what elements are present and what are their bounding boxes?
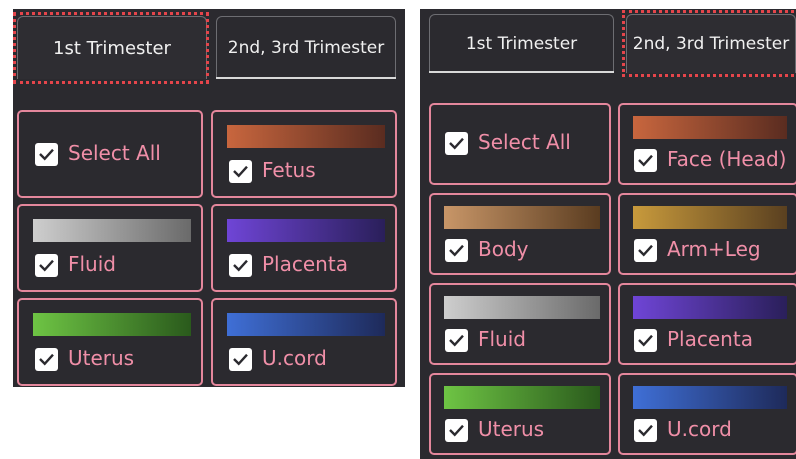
legend-card-uterus[interactable]: Uterus	[17, 298, 203, 386]
checkmark-icon	[39, 353, 54, 366]
checkbox[interactable]	[445, 419, 468, 442]
tab-second-third-trimester[interactable]: 2nd, 3rd Trimester	[216, 16, 396, 79]
checkmark-icon	[449, 334, 464, 347]
checkmark-icon	[233, 165, 248, 178]
color-swatch	[227, 219, 385, 242]
legend-label: Face (Head)	[667, 147, 787, 171]
legend-card-fetus[interactable]: Fetus	[211, 110, 397, 198]
checkmark-icon	[39, 148, 54, 161]
legend-label: Fluid	[68, 252, 116, 276]
legend-card-uterus[interactable]: Uterus	[429, 373, 611, 455]
trimester-panel-second-third: 1st Trimester 2nd, 3rd Trimester Select …	[420, 9, 796, 459]
color-swatch	[444, 386, 600, 409]
color-swatch	[227, 313, 385, 336]
tab-label: 2nd, 3rd Trimester	[227, 38, 385, 58]
legend-label: Uterus	[68, 346, 135, 370]
legend-label: Body	[478, 237, 529, 261]
checkbox[interactable]	[634, 419, 657, 442]
legend-label: Select All	[478, 130, 571, 154]
tab-first-trimester[interactable]: 1st Trimester	[429, 14, 614, 73]
checkbox[interactable]	[229, 348, 252, 371]
checkbox[interactable]	[634, 149, 657, 172]
color-swatch	[227, 125, 385, 148]
legend-card-u-cord[interactable]: U.cord	[618, 373, 796, 455]
checkbox[interactable]	[229, 160, 252, 183]
checkmark-icon	[449, 137, 464, 150]
legend-label: U.cord	[262, 346, 327, 370]
legend-card-placenta[interactable]: Placenta	[618, 283, 796, 365]
checkmark-icon	[39, 259, 54, 272]
legend-card-fluid[interactable]: Fluid	[17, 204, 203, 292]
tab-label: 1st Trimester	[465, 34, 578, 54]
checkbox[interactable]	[35, 348, 58, 371]
legend-card-arm-leg[interactable]: Arm+Leg	[618, 193, 796, 275]
checkmark-icon	[233, 259, 248, 272]
color-swatch	[633, 206, 787, 229]
checkbox[interactable]	[445, 329, 468, 352]
checkmark-icon	[638, 334, 653, 347]
tab-underline	[429, 71, 614, 73]
checkmark-icon	[449, 244, 464, 257]
checkmark-icon	[449, 424, 464, 437]
legend-card-u-cord[interactable]: U.cord	[211, 298, 397, 386]
checkbox[interactable]	[445, 132, 468, 155]
legend-card-body[interactable]: Body	[429, 193, 611, 275]
trimester-panel-first: 1st Trimester 2nd, 3rd Trimester Select …	[13, 9, 405, 387]
color-swatch	[633, 386, 787, 409]
checkmark-icon	[233, 353, 248, 366]
legend-card-face-head[interactable]: Face (Head)	[618, 103, 796, 185]
checkbox[interactable]	[445, 239, 468, 262]
legend-label: Select All	[68, 141, 161, 165]
color-swatch	[633, 296, 787, 319]
checkmark-icon	[638, 154, 653, 167]
color-swatch	[444, 206, 600, 229]
tab-underline	[216, 77, 396, 79]
legend-card-select-all[interactable]: Select All	[429, 103, 611, 185]
legend-card-fluid[interactable]: Fluid	[429, 283, 611, 365]
legend-label: Arm+Leg	[667, 237, 761, 261]
color-swatch	[33, 313, 191, 336]
legend-card-placenta[interactable]: Placenta	[211, 204, 397, 292]
color-swatch	[633, 116, 787, 139]
legend-card-select-all[interactable]: Select All	[17, 110, 203, 198]
checkmark-icon	[638, 244, 653, 257]
checkbox[interactable]	[35, 254, 58, 277]
color-swatch	[33, 219, 191, 242]
legend-label: Placenta	[667, 327, 753, 351]
legend-label: Uterus	[478, 417, 545, 441]
tab-focus-indicator	[622, 10, 796, 77]
legend-label: Fluid	[478, 327, 526, 351]
legend-label: Fetus	[262, 158, 316, 182]
checkbox[interactable]	[634, 329, 657, 352]
checkbox[interactable]	[35, 143, 58, 166]
checkbox[interactable]	[634, 239, 657, 262]
color-swatch	[444, 296, 600, 319]
checkmark-icon	[638, 424, 653, 437]
checkbox[interactable]	[229, 254, 252, 277]
tab-focus-indicator	[13, 12, 209, 84]
legend-label: U.cord	[667, 417, 732, 441]
legend-label: Placenta	[262, 252, 348, 276]
